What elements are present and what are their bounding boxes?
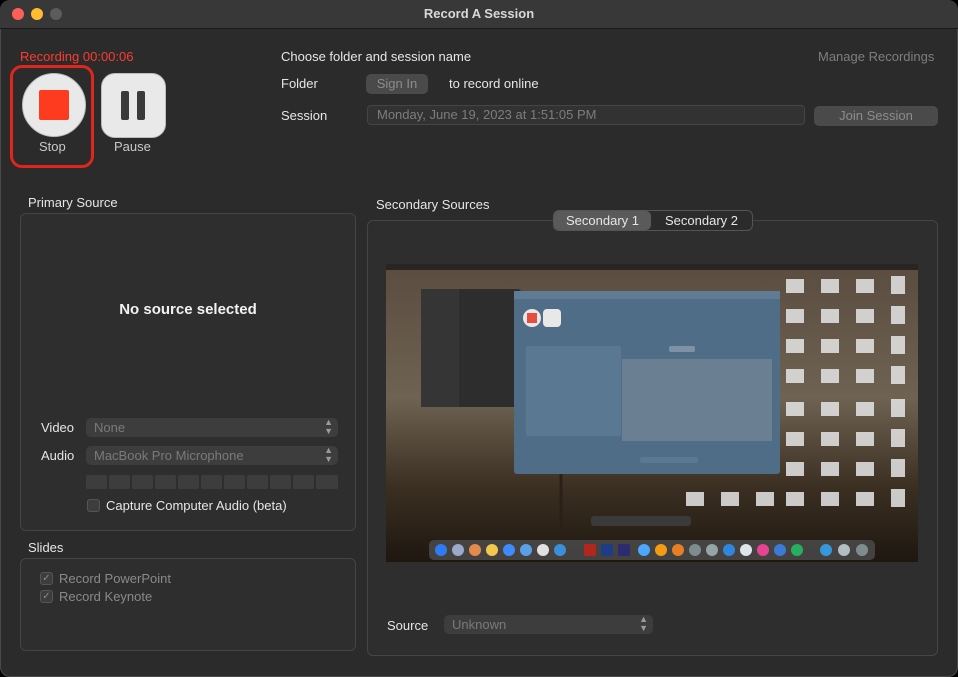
tab-secondary-1[interactable]: Secondary 1 — [554, 211, 651, 230]
secondary-source-value: Unknown — [452, 617, 507, 632]
record-keynote-checkbox[interactable]: ✓ — [40, 590, 53, 603]
record-powerpoint-checkbox[interactable]: ✓ — [40, 572, 53, 585]
chevron-updown-icon: ▲ ▼ — [324, 445, 333, 464]
sign-in-button[interactable]: Sign In — [366, 74, 428, 94]
folder-label: Folder — [281, 76, 318, 91]
join-session-button[interactable]: Join Session — [814, 106, 938, 126]
recording-status: Recording 00:00:06 — [20, 49, 134, 64]
video-select[interactable]: None ▲ ▼ — [86, 418, 338, 437]
capture-audio-checkbox[interactable] — [87, 499, 100, 512]
record-keynote-label: Record Keynote — [59, 589, 153, 604]
secondary-sources-heading: Secondary Sources — [376, 197, 490, 212]
record-powerpoint-label: Record PowerPoint — [59, 571, 171, 586]
session-label: Session — [281, 108, 328, 123]
audio-label: Audio — [41, 448, 75, 463]
pause-label: Pause — [114, 139, 151, 154]
stop-icon — [39, 90, 69, 120]
window-title: Record A Session — [423, 6, 535, 21]
pause-button[interactable] — [101, 73, 166, 138]
title-bar: Record A Session — [0, 0, 958, 29]
secondary-source-select[interactable]: Unknown ▲ ▼ — [444, 615, 653, 634]
capture-audio-label: Capture Computer Audio (beta) — [106, 498, 287, 513]
chevron-updown-icon: ▲ ▼ — [324, 417, 333, 436]
chevron-updown-icon: ▲ ▼ — [639, 614, 648, 633]
audio-select-value: MacBook Pro Microphone — [94, 448, 244, 463]
audio-select[interactable]: MacBook Pro Microphone ▲ ▼ — [86, 446, 338, 465]
video-label: Video — [41, 420, 75, 435]
session-name-field[interactable]: Monday, June 19, 2023 at 1:51:05 PM — [367, 105, 805, 125]
choose-folder-heading: Choose folder and session name — [281, 49, 472, 64]
manage-recordings-link[interactable]: Manage Recordings — [818, 49, 934, 64]
tab-secondary-2[interactable]: Secondary 2 — [651, 211, 752, 230]
stop-label: Stop — [39, 139, 66, 154]
video-select-value: None — [94, 420, 126, 435]
no-source-message: No source selected — [119, 301, 257, 318]
record-session-window: Record A Session Recording 00:00:06 Stop… — [0, 0, 958, 677]
record-online-label: to record online — [449, 76, 539, 91]
secondary-preview-screenshot — [386, 264, 918, 562]
secondary-tabs: Secondary 1 Secondary 2 — [553, 210, 753, 231]
slides-heading: Slides — [28, 540, 64, 555]
stop-button[interactable] — [22, 73, 86, 137]
source-label: Source — [387, 618, 429, 633]
primary-source-heading: Primary Source — [28, 195, 118, 210]
